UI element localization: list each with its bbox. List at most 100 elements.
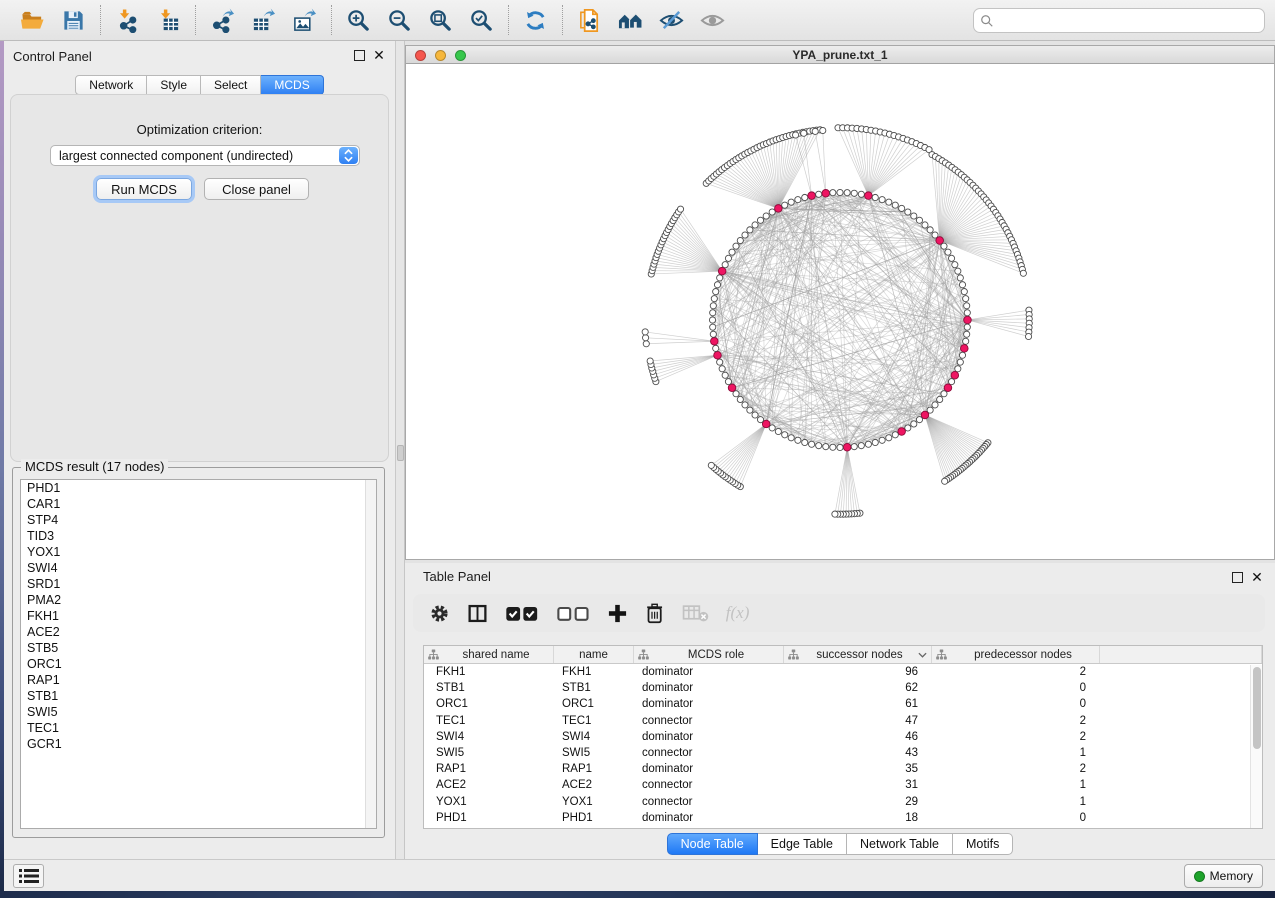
cell: 46 — [784, 729, 932, 745]
table-row[interactable]: TEC1TEC1connector472 — [424, 713, 1262, 729]
zoom-out-icon — [387, 8, 412, 33]
mcds-result-item[interactable]: STB5 — [21, 640, 376, 656]
table-panel-float-button[interactable] — [1232, 572, 1243, 583]
table-toolbar: f(x) — [413, 594, 1265, 632]
mcds-result-item[interactable]: RAP1 — [21, 672, 376, 688]
control-panel-float-button[interactable] — [354, 50, 365, 61]
desktop-wallpaper-bottom — [0, 891, 1275, 898]
memory-button[interactable]: Memory — [1184, 864, 1263, 888]
mcds-result-item[interactable]: STP4 — [21, 512, 376, 528]
optimization-criterion-select[interactable]: largest connected component (undirected) — [50, 145, 360, 166]
mcds-result-item[interactable]: SRD1 — [21, 576, 376, 592]
cell: 61 — [784, 696, 932, 712]
table-panel-close-button[interactable]: ✕ — [1249, 568, 1265, 586]
mcds-result-item[interactable]: CAR1 — [21, 496, 376, 512]
cell: dominator — [634, 810, 784, 826]
cell: RAP1 — [424, 761, 554, 777]
column-header-predecessor-nodes[interactable]: predecessor nodes — [932, 646, 1100, 663]
run-mcds-button[interactable]: Run MCDS — [96, 178, 192, 200]
show-all-button[interactable] — [699, 7, 726, 34]
tab-motifs[interactable]: Motifs — [953, 833, 1013, 855]
mcds-result-title: MCDS result (17 nodes) — [21, 459, 168, 474]
table-row[interactable]: RAP1RAP1dominator352 — [424, 761, 1262, 777]
cell: dominator — [634, 729, 784, 745]
export-image-button[interactable] — [291, 7, 318, 34]
zoom-selected-button[interactable] — [468, 7, 495, 34]
delete-column-button[interactable] — [645, 601, 664, 625]
search-input[interactable] — [999, 13, 1258, 29]
mcds-result-item[interactable]: TEC1 — [21, 720, 376, 736]
network-window: YPA_prune.txt_1 — [405, 45, 1275, 560]
table-row[interactable]: PHD1PHD1dominator180 — [424, 810, 1262, 826]
table-row[interactable]: FKH1FKH1dominator962 — [424, 664, 1262, 680]
splitter-handle[interactable] — [397, 445, 404, 461]
table-row[interactable]: ORC1ORC1dominator610 — [424, 696, 1262, 712]
control-panel-close-button[interactable]: ✕ — [371, 46, 387, 64]
cell: 62 — [784, 680, 932, 696]
cell: 2 — [932, 664, 1100, 680]
mcds-result-item[interactable]: SWI5 — [21, 704, 376, 720]
column-header-successor-nodes[interactable]: successor nodes — [784, 646, 932, 663]
tab-node-table[interactable]: Node Table — [667, 833, 758, 855]
cell: 29 — [784, 794, 932, 810]
export-network-button[interactable] — [209, 7, 236, 34]
cell-filler — [1100, 696, 1262, 712]
table-row[interactable]: YOX1YOX1connector291 — [424, 794, 1262, 810]
refresh-view-button[interactable] — [522, 7, 549, 34]
tab-style[interactable]: Style — [147, 75, 201, 95]
tab-edge-table[interactable]: Edge Table — [758, 833, 847, 855]
table-mode-button[interactable] — [429, 601, 450, 625]
cell: ACE2 — [424, 777, 554, 793]
mcds-result-item[interactable]: TID3 — [21, 528, 376, 544]
table-row[interactable]: SWI5SWI5connector431 — [424, 745, 1262, 761]
import-table-button[interactable] — [155, 7, 182, 34]
table-row[interactable]: STB1STB1dominator620 — [424, 680, 1262, 696]
column-header-name[interactable]: name — [554, 646, 634, 663]
deselect-all-columns-button[interactable] — [556, 601, 590, 625]
network-graph[interactable] — [406, 64, 1274, 559]
zoom-fit-button[interactable] — [427, 7, 454, 34]
mcds-result-item[interactable]: SWI4 — [21, 560, 376, 576]
mcds-list-scrollbar[interactable] — [365, 480, 376, 828]
export-table-button[interactable] — [250, 7, 277, 34]
mcds-result-item[interactable]: STB1 — [21, 688, 376, 704]
mcds-result-item[interactable]: PMA2 — [21, 592, 376, 608]
tab-select[interactable]: Select — [201, 75, 261, 95]
mcds-result-item[interactable]: FKH1 — [21, 608, 376, 624]
cell: SWI4 — [554, 729, 634, 745]
list-icon — [19, 869, 39, 883]
network-canvas[interactable] — [406, 64, 1274, 559]
first-neighbors-button[interactable] — [617, 7, 644, 34]
mcds-result-item[interactable]: ACE2 — [21, 624, 376, 640]
tab-network-table[interactable]: Network Table — [847, 833, 953, 855]
new-network-from-selection-button[interactable] — [576, 7, 603, 34]
mcds-result-item[interactable]: ORC1 — [21, 656, 376, 672]
table-scrollbar-thumb[interactable] — [1253, 667, 1261, 749]
cell: ORC1 — [424, 696, 554, 712]
task-history-button[interactable] — [13, 864, 44, 888]
column-header-shared-name[interactable]: shared name — [424, 646, 554, 663]
cell: 0 — [932, 680, 1100, 696]
show-columns-button[interactable] — [467, 601, 488, 625]
add-column-button[interactable] — [607, 601, 628, 625]
save-session-button[interactable] — [60, 7, 87, 34]
table-row[interactable]: SWI4SWI4dominator462 — [424, 729, 1262, 745]
table-panel: Table Panel ✕ f(x) shared namenameMCDS r… — [405, 563, 1275, 859]
zoom-in-button[interactable] — [345, 7, 372, 34]
mcds-result-item[interactable]: YOX1 — [21, 544, 376, 560]
show-columns-icon — [467, 603, 488, 624]
mcds-result-item[interactable]: GCR1 — [21, 736, 376, 752]
column-header-MCDS-role[interactable]: MCDS role — [634, 646, 784, 663]
table-row[interactable]: ACE2ACE2connector311 — [424, 777, 1262, 793]
new-network-from-selection-icon — [577, 8, 602, 33]
open-file-button[interactable] — [19, 7, 46, 34]
mcds-result-item[interactable]: PHD1 — [21, 480, 376, 496]
select-all-columns-button[interactable] — [505, 601, 539, 625]
tab-network[interactable]: Network — [75, 75, 147, 95]
export-network-icon — [210, 8, 235, 33]
hide-selected-button[interactable] — [658, 7, 685, 34]
import-network-button[interactable] — [114, 7, 141, 34]
zoom-out-button[interactable] — [386, 7, 413, 34]
close-panel-button[interactable]: Close panel — [204, 178, 309, 200]
tab-mcds[interactable]: MCDS — [261, 75, 323, 95]
